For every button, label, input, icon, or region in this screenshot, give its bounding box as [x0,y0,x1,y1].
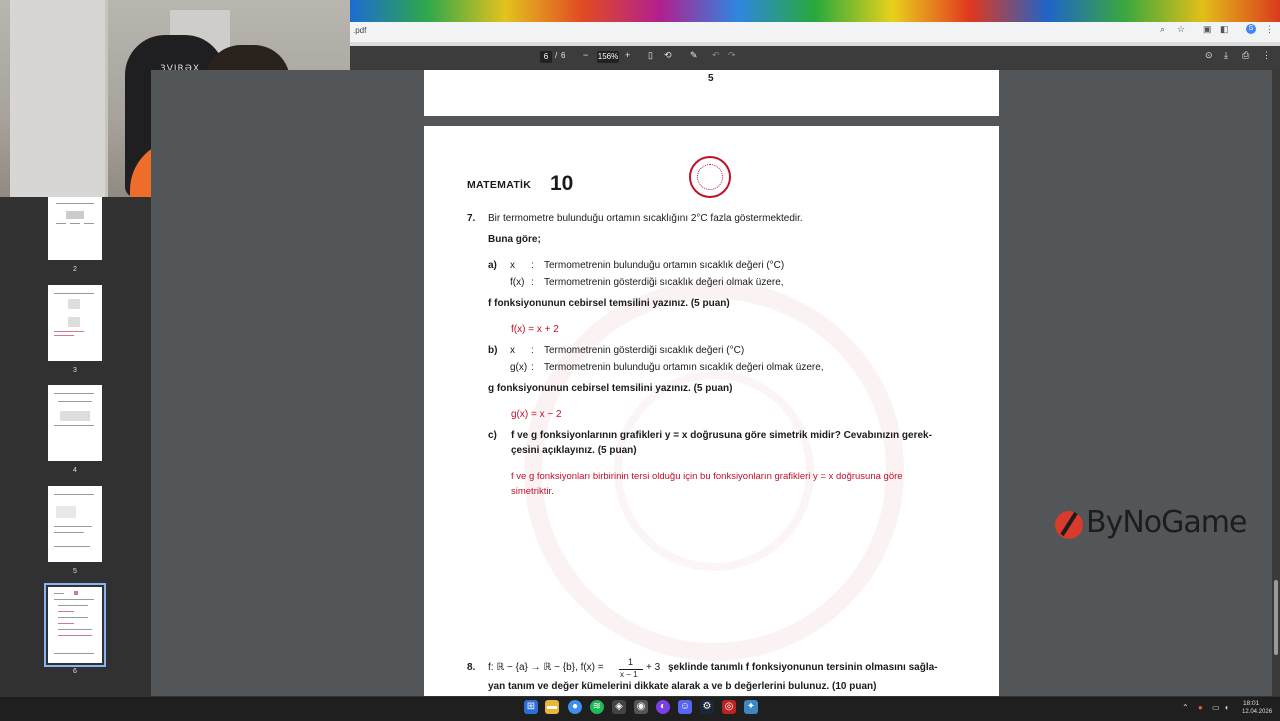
question-number: 8. [467,662,476,673]
page-number: 5 [708,73,714,84]
part-b-x-desc: Termometrenin gösterdiği sıcaklık değeri… [544,345,745,356]
discord-icon[interactable]: ☺ [678,700,692,714]
part-b-label: b) [488,345,498,356]
part-b-gx: g(x) [510,362,528,373]
door [10,0,108,197]
puzzle-icon[interactable]: ◧ [1220,24,1229,35]
address-bar[interactable] [350,22,1280,42]
menu-dots-icon[interactable]: ⋮ [1265,24,1274,35]
part-a-label: a) [488,260,497,271]
game-app-icon[interactable]: ◎ [722,700,736,714]
part-b-answer: g(x) = x − 2 [511,409,562,420]
thumbnail-label: 5 [73,568,77,575]
thumbnail-page-5[interactable] [48,486,102,562]
download-icon[interactable]: ⤓ [1224,50,1228,61]
zoom-icon[interactable]: ⌕ [1160,24,1165,35]
part-c-task-line2: çesini açıklayınız. (5 puan) [511,445,637,456]
thumbnail-page-3[interactable] [48,285,102,361]
part-a-colon: : [531,277,534,288]
extension-icon[interactable]: ▣ [1203,24,1212,35]
zoom-in-button[interactable]: + [625,50,630,60]
part-a-fx: f(x) [510,277,525,288]
undo-icon[interactable]: ↶ [712,50,720,61]
part-b-colon: : [531,345,534,356]
bookmark-star-icon[interactable]: ☆ [1177,24,1185,35]
page-separator: / [555,51,558,60]
part-b-x: x [510,345,515,356]
q8-text-line1: şeklinde tanımlı f fonksiyonunun tersini… [668,662,938,673]
buna-gore: Buna göre; [488,234,541,245]
thumbnail-page-4[interactable] [48,385,102,461]
thumbnail-page-2[interactable] [48,197,102,260]
question-number: 7. [467,213,476,224]
fit-page-icon[interactable]: ▯ [648,50,653,61]
part-a-x: x [510,260,515,271]
thumbnail-label: 3 [73,367,77,374]
part-a-colon: : [531,260,534,271]
more-options-icon[interactable]: ⋮ [1262,50,1271,61]
thumbnail-label: 4 [73,467,77,474]
print-icon[interactable]: ⎙ [1242,50,1249,61]
zoom-out-button[interactable]: − [583,50,588,60]
start-menu-icon[interactable]: ⊞ [524,700,538,714]
thumbnail-label: 6 [73,668,77,675]
brand-watermark: ByNoGame [1086,505,1247,540]
obs-icon[interactable]: ◉ [634,700,648,714]
annotate-icon[interactable]: ✎ [690,50,698,61]
save-icon[interactable]: ⊙ [1205,50,1213,61]
settings-app-icon[interactable]: ✦ [744,700,758,714]
steam-icon[interactable]: ⚙ [700,700,714,714]
microphone-icon[interactable]: ● [1198,703,1203,712]
chrome-icon[interactable]: ● [568,700,582,714]
colorful-tab-banner [350,0,1280,22]
clock-date[interactable]: 12.04.2026 [1242,709,1272,715]
part-a-answer: f(x) = x + 2 [511,324,559,335]
part-a-fx-desc: Termometrenin gösterdiği sıcaklık değeri… [544,277,784,288]
part-b-task: g fonksiyonunun cebirsel temsilini yazın… [488,383,733,394]
profile-avatar-icon[interactable]: S [1246,24,1256,34]
q8-formula-prefix: f: ℝ − {a} → ℝ − {b}, f(x) = [488,662,604,673]
q8-frac-numerator: 1 [628,657,634,667]
page-total: 6 [561,51,566,60]
part-c-label: c) [488,430,497,441]
thumbnail-label: 2 [73,266,77,273]
part-a-x-desc: Termometrenin bulunduğu ortamın sıcaklık… [544,260,785,271]
pdf-page-5: 5 [424,70,999,116]
part-b-gx-desc: Termometrenin bulunduğu ortamın sıcaklık… [544,362,824,373]
clock-time[interactable]: 18:01 [1243,700,1259,707]
subject-title: MATEMATİK [467,179,532,191]
spotify-icon[interactable]: ≋ [590,700,604,714]
zoom-level-input[interactable]: 156% [597,51,619,63]
ministry-logo-inner [697,164,723,190]
question-intro: Bir termometre bulunduğu ortamın sıcaklı… [488,213,803,224]
twitch-icon[interactable]: ◐ [656,700,670,714]
part-b-colon: : [531,362,534,373]
part-c-answer-line1: f ve g fonksiyonları birbirinin tersi ol… [511,471,903,482]
scrollbar-thumb[interactable] [1274,580,1278,655]
rotate-icon[interactable]: ⟲ [664,50,672,61]
q8-formula-suffix: + 3 [646,662,661,673]
network-icon[interactable]: ▭ [1212,703,1220,712]
pdf-toolbar [350,46,1280,70]
file-explorer-icon[interactable]: ▬ [545,700,559,714]
redo-icon[interactable]: ↷ [728,50,736,61]
part-c-answer-line2: simetriktir. [511,486,554,497]
grade-number: 10 [550,172,574,195]
q8-frac-denominator: x − 1 [620,670,638,679]
url-text[interactable]: .pdf [353,26,366,35]
q8-text-line2: yan tanım ve değer kümelerini dikkate al… [488,681,877,692]
thumbnail-page-6-active[interactable] [44,583,106,667]
part-a-task: f fonksiyonunun cebirsel temsilini yazın… [488,298,730,309]
page-number-input[interactable]: 6 [540,51,552,63]
volume-icon[interactable]: ◖ [1224,703,1229,712]
part-c-task-line1: f ve g fonksiyonlarının grafikleri y = x… [511,430,932,441]
app-icon[interactable]: ◈ [612,700,626,714]
tray-chevron-icon[interactable]: ⌃ [1182,703,1189,712]
bynogame-logo-icon [1055,511,1083,539]
pdf-page-6: MATEMATİK 10 7. Bir termometre bulunduğu… [424,126,999,696]
